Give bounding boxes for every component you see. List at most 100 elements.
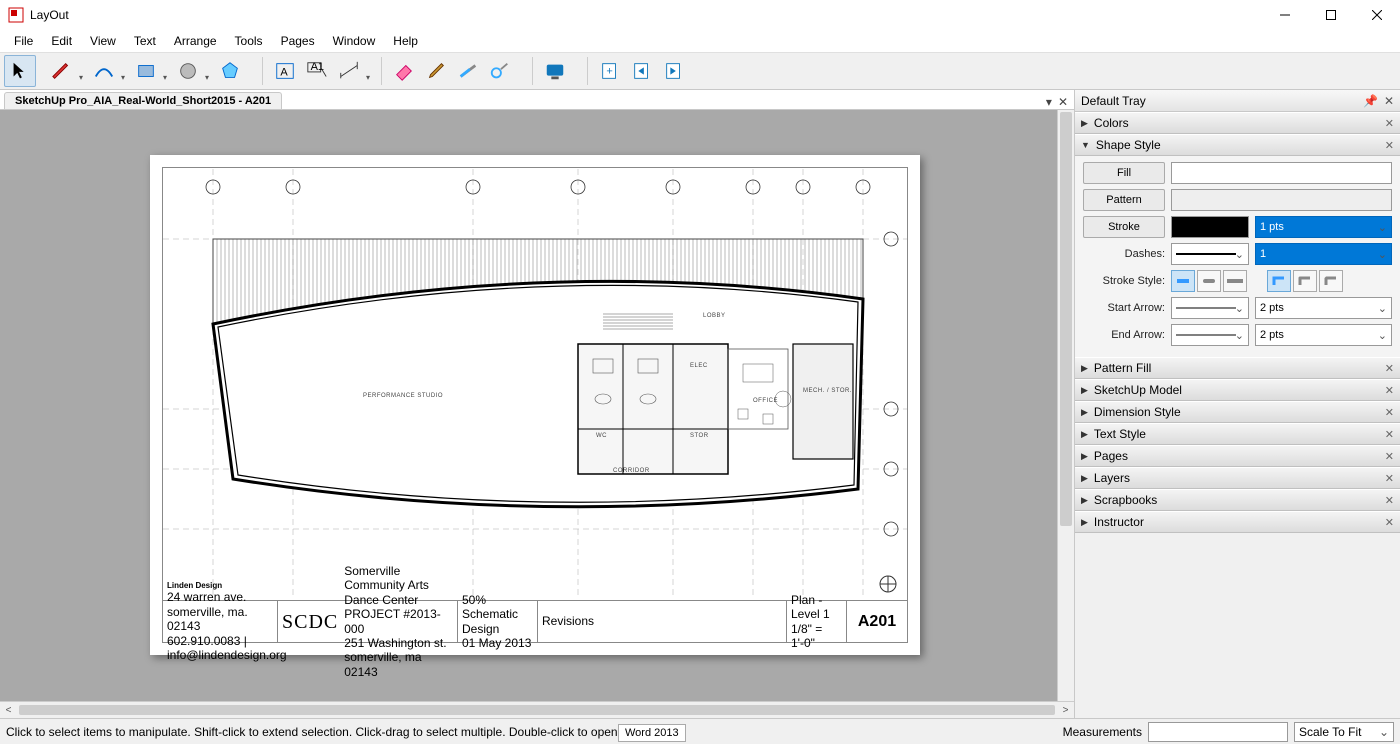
panel-close-icon[interactable]: ✕ — [1385, 428, 1394, 441]
stroke-color[interactable] — [1171, 216, 1249, 238]
panel-scrapbooks[interactable]: ▶Scrapbooks✕ — [1075, 489, 1400, 511]
join-tool[interactable] — [484, 55, 516, 87]
zoom-select[interactable]: Scale To Fit — [1294, 722, 1394, 742]
add-page-button[interactable]: + — [594, 55, 626, 87]
panel-close-icon[interactable]: ✕ — [1385, 494, 1394, 507]
firm-name: Linden Design — [167, 581, 273, 591]
menu-arrange[interactable]: Arrange — [166, 32, 225, 50]
dashes-select[interactable] — [1171, 243, 1249, 265]
join-round[interactable] — [1293, 270, 1317, 292]
panel-close-icon[interactable]: ✕ — [1385, 516, 1394, 529]
panel-layers[interactable]: ▶Layers✕ — [1075, 467, 1400, 489]
tab-menu-icon[interactable]: ▾ — [1046, 95, 1052, 109]
select-tool[interactable] — [4, 55, 36, 87]
horizontal-scrollbar[interactable]: <> — [0, 701, 1074, 718]
panel-close-icon[interactable]: ✕ — [1385, 139, 1394, 152]
cap-square[interactable] — [1223, 270, 1247, 292]
panel-instructor[interactable]: ▶Instructor✕ — [1075, 511, 1400, 533]
menu-pages[interactable]: Pages — [273, 32, 323, 50]
panel-close-icon[interactable]: ✕ — [1385, 384, 1394, 397]
menu-file[interactable]: File — [6, 32, 41, 50]
panel-close-icon[interactable]: ✕ — [1385, 472, 1394, 485]
end-arrow-size[interactable]: 2 pts — [1255, 324, 1392, 346]
start-arrow-label: Start Arrow: — [1083, 302, 1165, 314]
next-page-button[interactable] — [658, 55, 690, 87]
panel-dimension-style[interactable]: ▶Dimension Style✕ — [1075, 401, 1400, 423]
project-no: PROJECT #2013-000 — [344, 607, 453, 636]
join-miter[interactable] — [1267, 270, 1291, 292]
dash-scale-input[interactable]: 1 — [1255, 243, 1392, 265]
cap-round[interactable] — [1197, 270, 1221, 292]
vertical-scrollbar[interactable] — [1057, 110, 1074, 701]
close-button[interactable] — [1354, 0, 1400, 30]
panel-close-icon[interactable]: ✕ — [1385, 406, 1394, 419]
menu-text[interactable]: Text — [126, 32, 164, 50]
taskbar-tooltip: Word 2013 — [618, 724, 686, 742]
pin-icon[interactable]: 📌 — [1363, 94, 1378, 108]
plan-scale: 1/8" = 1'-0" — [791, 622, 842, 651]
floorplan-viewport[interactable]: PERFORMANCE STUDIO CORRIDOR OFFICE MECH.… — [163, 168, 907, 600]
circle-tool[interactable] — [172, 55, 204, 87]
fill-toggle[interactable]: Fill — [1083, 162, 1165, 184]
plan-title: Plan - Level 1 — [791, 593, 842, 622]
room-corridor: CORRIDOR — [613, 468, 650, 474]
menu-view[interactable]: View — [82, 32, 124, 50]
panel-close-icon[interactable]: ✕ — [1385, 450, 1394, 463]
presentation-tool[interactable] — [539, 55, 571, 87]
project-name: Somerville Community Arts Dance Center — [344, 564, 453, 607]
room-elec: ELEC — [690, 363, 708, 369]
tray-close-icon[interactable]: ✕ — [1384, 94, 1394, 108]
menu-help[interactable]: Help — [385, 32, 426, 50]
end-arrow-select[interactable] — [1171, 324, 1249, 346]
eraser-tool[interactable] — [388, 55, 420, 87]
panel-pattern-fill[interactable]: ▶Pattern Fill✕ — [1075, 357, 1400, 379]
toolbar: A A1 + — [0, 52, 1400, 90]
start-arrow-size[interactable]: 2 pts — [1255, 297, 1392, 319]
rectangle-tool[interactable] — [130, 55, 162, 87]
cap-flat[interactable] — [1171, 270, 1195, 292]
split-tool[interactable] — [452, 55, 484, 87]
prev-page-button[interactable] — [626, 55, 658, 87]
sheet-number: A201 — [847, 601, 907, 642]
style-eyedropper-tool[interactable] — [420, 55, 452, 87]
pattern-toggle[interactable]: Pattern — [1083, 189, 1165, 211]
text-tool[interactable]: A — [269, 55, 301, 87]
menu-edit[interactable]: Edit — [43, 32, 80, 50]
arc-tool[interactable] — [88, 55, 120, 87]
pattern-swatch[interactable] — [1171, 189, 1392, 211]
room-stor: STOR — [690, 433, 709, 439]
measurements-label: Measurements — [1063, 725, 1142, 739]
panel-text-style[interactable]: ▶Text Style✕ — [1075, 423, 1400, 445]
page[interactable]: PERFORMANCE STUDIO CORRIDOR OFFICE MECH.… — [150, 155, 920, 655]
join-bevel[interactable] — [1319, 270, 1343, 292]
panel-close-icon[interactable]: ✕ — [1385, 362, 1394, 375]
polygon-tool[interactable] — [214, 55, 246, 87]
tab-close-icon[interactable]: ✕ — [1058, 95, 1068, 109]
start-arrow-select[interactable] — [1171, 297, 1249, 319]
panel-colors[interactable]: ▶Colors✕ — [1075, 112, 1400, 134]
fill-swatch[interactable] — [1171, 162, 1392, 184]
issue-date: 01 May 2013 — [462, 636, 533, 650]
stroke-toggle[interactable]: Stroke — [1083, 216, 1165, 238]
menu-window[interactable]: Window — [325, 32, 384, 50]
room-lobby: LOBBY — [703, 313, 726, 319]
measurements-input[interactable] — [1148, 722, 1288, 742]
pencil-tool[interactable] — [46, 55, 78, 87]
panel-sketchup-model[interactable]: ▶SketchUp Model✕ — [1075, 379, 1400, 401]
panel-shape-style[interactable]: ▼Shape Style✕ — [1075, 134, 1400, 156]
stroke-width-input[interactable]: 1 pts — [1255, 216, 1392, 238]
maximize-button[interactable] — [1308, 0, 1354, 30]
dimension-tool[interactable] — [333, 55, 365, 87]
panel-pages[interactable]: ▶Pages✕ — [1075, 445, 1400, 467]
titlebar: LayOut — [0, 0, 1400, 30]
app-title: LayOut — [30, 8, 69, 22]
canvas[interactable]: PERFORMANCE STUDIO CORRIDOR OFFICE MECH.… — [0, 110, 1074, 701]
panel-close-icon[interactable]: ✕ — [1385, 117, 1394, 130]
room-mech: MECH. / STOR. — [803, 388, 852, 394]
statusbar: Click to select items to manipulate. Shi… — [0, 718, 1400, 744]
label-tool[interactable]: A1 — [301, 55, 333, 87]
minimize-button[interactable] — [1262, 0, 1308, 30]
menu-tools[interactable]: Tools — [227, 32, 271, 50]
app-icon — [8, 7, 24, 23]
document-tab[interactable]: SketchUp Pro_AIA_Real-World_Short2015 - … — [4, 92, 282, 109]
